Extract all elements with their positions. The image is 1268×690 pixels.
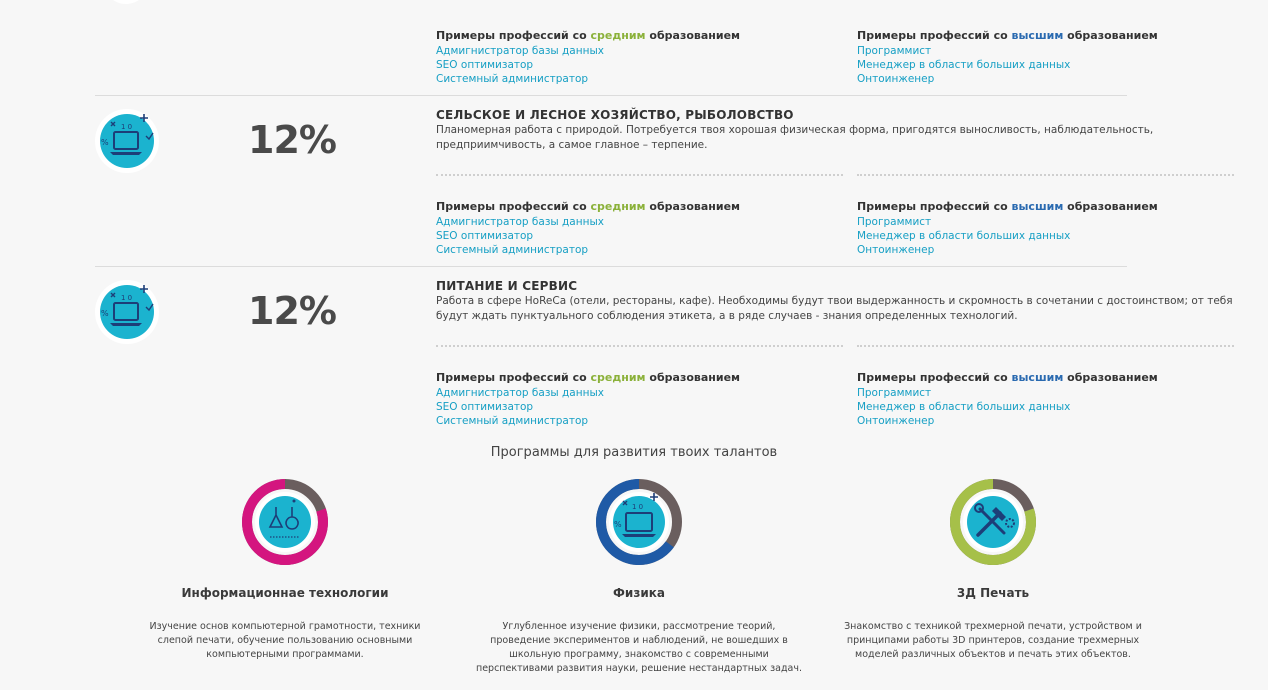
professions-mid-2: Примеры профессий со средним образование…: [436, 371, 740, 428]
section-title: ПИТАНИЕ И СЕРВИС: [436, 279, 578, 293]
program-ring-physics[interactable]: 1 0 %: [594, 477, 684, 571]
partial-icon-circle: [103, 0, 149, 4]
dotted-divider: [436, 174, 843, 176]
professions-mid-title: Примеры профессий со средним образование…: [436, 200, 741, 213]
programs-heading: Программы для развития твоих талантов: [490, 445, 778, 460]
svg-text:%: %: [101, 309, 109, 318]
profession-link[interactable]: Менеджер в области больших данных: [857, 400, 1158, 414]
svg-text:1 0: 1 0: [121, 294, 132, 302]
program-title: Информационнае технологии: [181, 586, 389, 600]
section-description: Работа в сфере HoReCa (отели, рестораны,…: [436, 295, 1233, 322]
professions-mid-1: Примеры профессий со средним образование…: [436, 200, 740, 257]
profession-link[interactable]: Адмигнистратор базы данных: [436, 44, 740, 58]
professions-high-0: Примеры профессий со высшим образованием…: [857, 29, 1158, 86]
section-icon: 1 0 %: [94, 279, 160, 349]
program-description: Углубленное изучение физики, рассмотрени…: [475, 621, 803, 674]
divider: [95, 266, 1127, 267]
profession-link[interactable]: Адмигнистратор базы данных: [436, 386, 740, 400]
professions-mid-0: Примеры профессий со средним образование…: [436, 29, 740, 86]
program-title: 3Д Печать: [956, 586, 1030, 600]
professions-high-2: Примеры профессий со высшим образованием…: [857, 371, 1158, 428]
professions-high-title: Примеры профессий со высшим образованием: [857, 371, 1158, 384]
professions-high-1: Примеры профессий со высшим образованием…: [857, 200, 1158, 257]
profession-link[interactable]: Системный администратор: [436, 414, 740, 428]
professions-mid-title: Примеры профессий со средним образование…: [436, 371, 741, 384]
program-ring-3d-print[interactable]: [948, 477, 1038, 571]
profession-link[interactable]: Менеджер в области больших данных: [857, 58, 1158, 72]
profession-link[interactable]: SEO оптимизатор: [436, 400, 740, 414]
program-title: Физика: [613, 586, 665, 600]
professions-high-title: Примеры профессий со высшим образованием: [857, 200, 1158, 213]
profession-link[interactable]: Онтоинженер: [857, 243, 1158, 257]
professions-high-title: Примеры профессий со высшим образованием: [857, 29, 1158, 42]
profession-link[interactable]: Программист: [857, 44, 1158, 58]
svg-text:1 0: 1 0: [121, 123, 132, 131]
profession-link[interactable]: Адмигнистратор базы данных: [436, 215, 740, 229]
profession-link[interactable]: SEO оптимизатор: [436, 229, 740, 243]
section-icon: 1 0 %: [94, 108, 160, 178]
program-description: Знакомство с техникой трехмерной печати,…: [844, 621, 1142, 660]
divider: [95, 95, 1127, 96]
profession-link[interactable]: Программист: [857, 215, 1158, 229]
dotted-divider: [857, 174, 1234, 176]
program-description: Изучение основ компьютерной грамотности,…: [149, 621, 421, 660]
dotted-divider: [857, 345, 1234, 347]
svg-text:1 0: 1 0: [632, 503, 643, 511]
profession-link[interactable]: Системный администратор: [436, 72, 740, 86]
profession-link[interactable]: Системный администратор: [436, 243, 740, 257]
svg-text:%: %: [101, 138, 109, 147]
program-ring-it[interactable]: [240, 477, 330, 571]
percent-value: 12%: [248, 118, 337, 162]
svg-text:%: %: [614, 520, 622, 529]
profession-link[interactable]: Менеджер в области больших данных: [857, 229, 1158, 243]
professions-mid-title: Примеры профессий со средним образование…: [436, 29, 741, 42]
section-title: СЕЛЬСКОЕ И ЛЕСНОЕ ХОЗЯЙСТВО, РЫБОЛОВСТВО: [436, 108, 794, 122]
section-description: Планомерная работа с природой. Потребует…: [436, 124, 1154, 151]
percent-value: 12%: [248, 289, 337, 333]
dotted-divider: [436, 345, 843, 347]
profession-link[interactable]: SEO оптимизатор: [436, 58, 740, 72]
profession-link[interactable]: Онтоинженер: [857, 72, 1158, 86]
profession-link[interactable]: Программист: [857, 386, 1158, 400]
profession-link[interactable]: Онтоинженер: [857, 414, 1158, 428]
